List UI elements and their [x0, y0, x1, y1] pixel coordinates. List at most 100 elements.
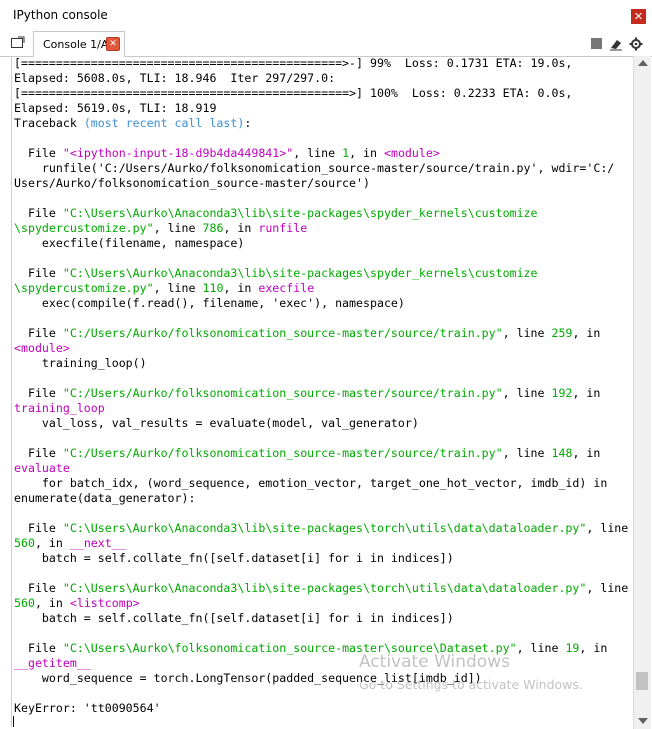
console-line: File "C:/Users/Aurko/folksonomication_so… [14, 446, 634, 461]
console-text: , line [516, 641, 566, 655]
console-text: Traceback [14, 116, 84, 130]
console-text: "<ipython-input-18-d9b4da449841>" [62, 146, 294, 160]
console-text: , in [579, 641, 608, 655]
console-tab-icon[interactable] [11, 36, 25, 48]
console-text: val_loss, val_results = evaluate(model, … [14, 416, 419, 430]
console-text: \spydercustomize.py" [14, 281, 154, 295]
console-text: File [14, 521, 63, 535]
tab-console-1a[interactable]: Console 1/A ✕ [33, 31, 125, 57]
console-text: "C:/Users/Aurko/folksonomication_source-… [62, 326, 503, 340]
console-text: \spydercustomize.py" [14, 221, 154, 235]
gear-icon[interactable] [629, 37, 643, 51]
console-line: \spydercustomize.py", line 786, in runfi… [14, 221, 634, 236]
console-line: <module> [14, 341, 634, 356]
console-text: File [14, 386, 63, 400]
console-line: File "C:\Users\Aurko\Anaconda3\lib\site-… [14, 206, 634, 221]
console-text: , in [572, 386, 601, 400]
console-line: File "C:/Users/Aurko/folksonomication_so… [14, 386, 634, 401]
console-text: batch = self.collate_fn([self.dataset[i]… [14, 551, 454, 565]
console-text: , in [223, 221, 259, 235]
console-text: , in [349, 146, 384, 160]
console-text: File [14, 206, 63, 220]
console-text: File [14, 446, 63, 460]
console-text: , in [34, 596, 70, 610]
console-text: "C:\Users\Aurko\Anaconda3\lib\site-packa… [62, 206, 538, 220]
activation-watermark-title: Activate Windows [359, 652, 510, 672]
console-line: batch = self.collate_fn([self.dataset[i]… [14, 551, 634, 566]
console-text: 192 [551, 386, 573, 400]
scroll-up-arrow-icon[interactable] [638, 60, 648, 66]
console-line: Traceback (most recent call last): [14, 116, 634, 131]
console-text: File [14, 641, 63, 655]
console-line: File "<ipython-input-18-d9b4da449841>", … [14, 146, 634, 161]
console-line: enumerate(data_generator): [14, 491, 634, 506]
console-line: runfile('C:/Users/Aurko/folksonomication… [14, 161, 634, 176]
console-text: execfile [258, 281, 315, 295]
console-text: 560 [14, 536, 35, 550]
stop-icon[interactable] [590, 37, 604, 51]
console-text: 148 [551, 446, 573, 460]
console-line: File "C:\Users\Aurko\Anaconda3\lib\site-… [14, 266, 634, 281]
console-text: , line [153, 281, 203, 295]
console-output[interactable]: [=======================================… [11, 56, 634, 727]
window-title: IPython console [13, 8, 108, 22]
console-text: evaluate [14, 461, 70, 475]
console-text: , in [572, 326, 601, 340]
console-text: : [244, 116, 252, 130]
console-text: training_loop() [14, 356, 147, 370]
vertical-scrollbar[interactable] [633, 56, 651, 729]
console-text: "C:\Users\Aurko\Anaconda3\lib\site-packa… [62, 521, 587, 535]
console-text: __getitem__ [14, 656, 91, 670]
console-text: execfile(filename, namespace) [14, 236, 245, 250]
console-line: __getitem__ [14, 656, 634, 671]
console-text: [=======================================… [14, 86, 573, 100]
scroll-down-arrow-icon[interactable] [638, 718, 648, 724]
console-text: , line [586, 581, 629, 595]
pane-close-button[interactable]: ✕ [631, 9, 646, 24]
console-text: batch = self.collate_fn([self.dataset[i]… [14, 611, 454, 625]
console-text: <listcomp> [69, 596, 140, 610]
title-bar: IPython console ✕ [0, 0, 652, 30]
console-text: "C:/Users/Aurko/folksonomication_source-… [62, 386, 503, 400]
console-line: batch = self.collate_fn([self.dataset[i]… [14, 611, 634, 626]
console-lines: [=======================================… [14, 56, 634, 716]
console-line: Users/Aurko/folksonomication_source-mast… [14, 176, 634, 191]
console-text: 786 [202, 221, 224, 235]
scrollbar-thumb[interactable] [636, 672, 648, 690]
console-line: execfile(filename, namespace) [14, 236, 634, 251]
console-text: "C:/Users/Aurko/folksonomication_source-… [62, 446, 503, 460]
console-text: , line [502, 326, 552, 340]
console-text: runfile [258, 221, 308, 235]
console-line: File "C:\Users\Aurko\Anaconda3\lib\site-… [14, 581, 634, 596]
tab-label: Console 1/A [43, 38, 109, 51]
console-text: , line [502, 446, 552, 460]
console-text: exec(compile(f.read(), filename, 'exec')… [14, 296, 405, 310]
console-line: training_loop [14, 401, 634, 416]
console-text: Elapsed: 5619.0s, TLI: 18.919 [14, 101, 217, 115]
console-text: 560 [14, 596, 35, 610]
console-text: File [14, 326, 63, 340]
console-text: for batch_idx, (word_sequence, emotion_v… [14, 476, 608, 490]
console-text: "C:\Users\Aurko\Anaconda3\lib\site-packa… [62, 266, 538, 280]
console-line: [=======================================… [14, 56, 634, 71]
console-text: , in [223, 281, 259, 295]
console-text: Users/Aurko/folksonomication_source-mast… [14, 176, 370, 190]
console-text: , in [572, 446, 601, 460]
eraser-icon[interactable] [609, 37, 623, 51]
console-line: training_loop() [14, 356, 634, 371]
console-text: , line [502, 386, 552, 400]
console-line: val_loss, val_results = evaluate(model, … [14, 416, 634, 431]
console-line: \spydercustomize.py", line 110, in execf… [14, 281, 634, 296]
tab-close-button[interactable]: ✕ [106, 37, 120, 51]
console-line: for batch_idx, (word_sequence, emotion_v… [14, 476, 634, 491]
console-line: evaluate [14, 461, 634, 476]
